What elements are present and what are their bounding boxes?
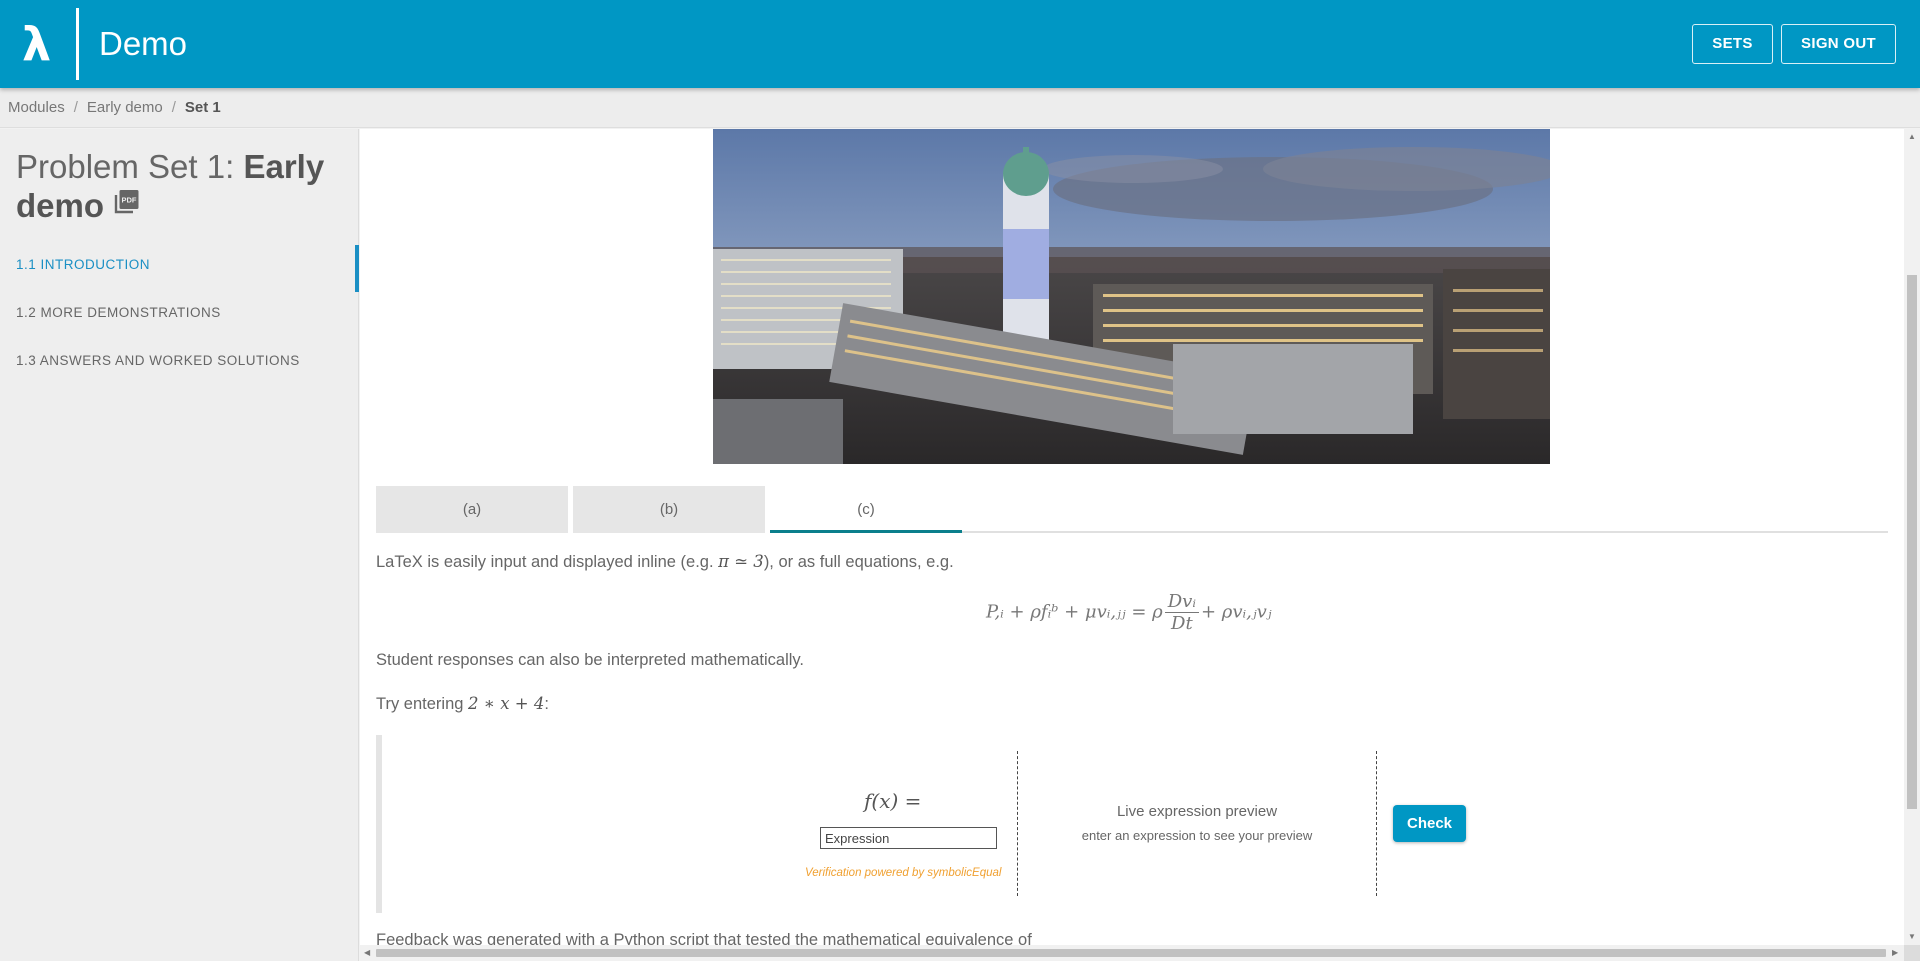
equation-numerator: Dvᵢ	[1164, 591, 1199, 613]
horizontal-scrollbar[interactable]: ◀ ▶	[360, 945, 1904, 961]
equation-lhs: P,ᵢ + ρfᵢᵇ + μvᵢ,ⱼⱼ = ρ	[986, 601, 1163, 623]
display-equation: P,ᵢ + ρfᵢᵇ + μvᵢ,ⱼⱼ = ρ Dvᵢ Dt + ρvᵢ,ⱼvⱼ	[986, 591, 1272, 634]
equation-denominator: Dt	[1171, 613, 1193, 634]
problem-set-title: Problem Set 1: Early demo PDF	[16, 147, 336, 228]
scroll-left-icon[interactable]: ◀	[364, 949, 370, 957]
scroll-right-icon[interactable]: ▶	[1892, 949, 1898, 957]
sets-button[interactable]: SETS	[1692, 24, 1773, 64]
inline-math-expression: 2 ∗ x + 4	[468, 694, 545, 713]
equation-rhs: + ρvᵢ,ⱼvⱼ	[1200, 601, 1272, 623]
active-nav-indicator	[355, 245, 359, 292]
campus-photo	[713, 129, 1550, 464]
scroll-down-icon[interactable]: ▼	[1908, 933, 1916, 941]
sign-out-button[interactable]: SIGN OUT	[1781, 24, 1896, 64]
answer-widget: f(x) = Verification powered by symbolicE…	[376, 735, 1888, 913]
intro-paragraph: LaTeX is easily input and displayed inli…	[376, 552, 954, 572]
vertical-scrollbar[interactable]: ▲ ▼	[1904, 129, 1920, 945]
sidebar-item-more-demonstrations[interactable]: 1.2 MORE DEMONSTRATIONS	[16, 305, 346, 320]
sidebar: Problem Set 1: Early demo PDF 1.1 INTRODU…	[0, 129, 359, 961]
breadcrumb-separator: /	[73, 99, 78, 116]
expression-input[interactable]	[820, 827, 997, 849]
lambda-logo-icon[interactable]: λ	[22, 18, 58, 70]
scrollbar-corner	[1904, 945, 1920, 961]
tab-b[interactable]: (b)	[573, 486, 765, 533]
widget-divider	[1017, 751, 1018, 896]
sidebar-item-introduction[interactable]: 1.1 INTRODUCTION	[16, 257, 346, 272]
main-content: (a) (b) (c) LaTeX is easily input and di…	[360, 129, 1904, 945]
preview-title: Live expression preview	[1116, 803, 1278, 820]
widget-divider	[1376, 751, 1377, 896]
inline-math-pi: π ≃ 3	[718, 552, 764, 571]
breadcrumb-link-modules[interactable]: Modules	[8, 99, 65, 116]
preview-subtitle: enter an expression to see your preview	[1081, 828, 1313, 843]
try-entering-paragraph: Try entering 2 ∗ x + 4:	[376, 694, 549, 714]
try-entering-text: Try entering	[376, 695, 469, 713]
function-label: f(x) =	[864, 789, 922, 813]
vertical-scroll-thumb[interactable]	[1907, 275, 1917, 809]
tab-c[interactable]: (c)	[770, 486, 962, 533]
scroll-up-icon[interactable]: ▲	[1908, 133, 1916, 141]
top-app-bar: λ Demo SETS SIGN OUT	[0, 0, 1920, 88]
try-entering-colon: :	[544, 695, 549, 713]
feedback-paragraph: Feedback was generated with a Python scr…	[376, 931, 1032, 945]
equation-fraction: Dvᵢ Dt	[1164, 591, 1199, 634]
breadcrumb: Modules / Early demo / Set 1	[0, 88, 1920, 128]
tab-underline	[962, 531, 1888, 533]
student-responses-paragraph: Student responses can also be interprete…	[376, 651, 805, 669]
breadcrumb-separator: /	[171, 99, 176, 116]
intro-text-after: ), or as full equations, e.g.	[763, 553, 954, 571]
horizontal-scroll-thumb[interactable]	[376, 949, 1886, 957]
breadcrumb-link-early-demo[interactable]: Early demo	[87, 99, 163, 116]
logo-divider	[76, 8, 79, 80]
tab-a[interactable]: (a)	[376, 486, 568, 533]
pdf-icon[interactable]: PDF	[112, 185, 140, 224]
svg-text:PDF: PDF	[122, 195, 137, 204]
problem-set-title-prefix: Problem Set 1:	[16, 148, 244, 185]
intro-text-before: LaTeX is easily input and displayed inli…	[376, 553, 719, 571]
app-title: Demo	[99, 25, 188, 62]
verification-note: Verification powered by symbolicEqual	[805, 867, 1002, 879]
check-button[interactable]: Check	[1393, 805, 1466, 842]
sidebar-item-answers-worked-solutions[interactable]: 1.3 ANSWERS AND WORKED SOLUTIONS	[16, 353, 346, 368]
breadcrumb-current: Set 1	[184, 99, 221, 116]
